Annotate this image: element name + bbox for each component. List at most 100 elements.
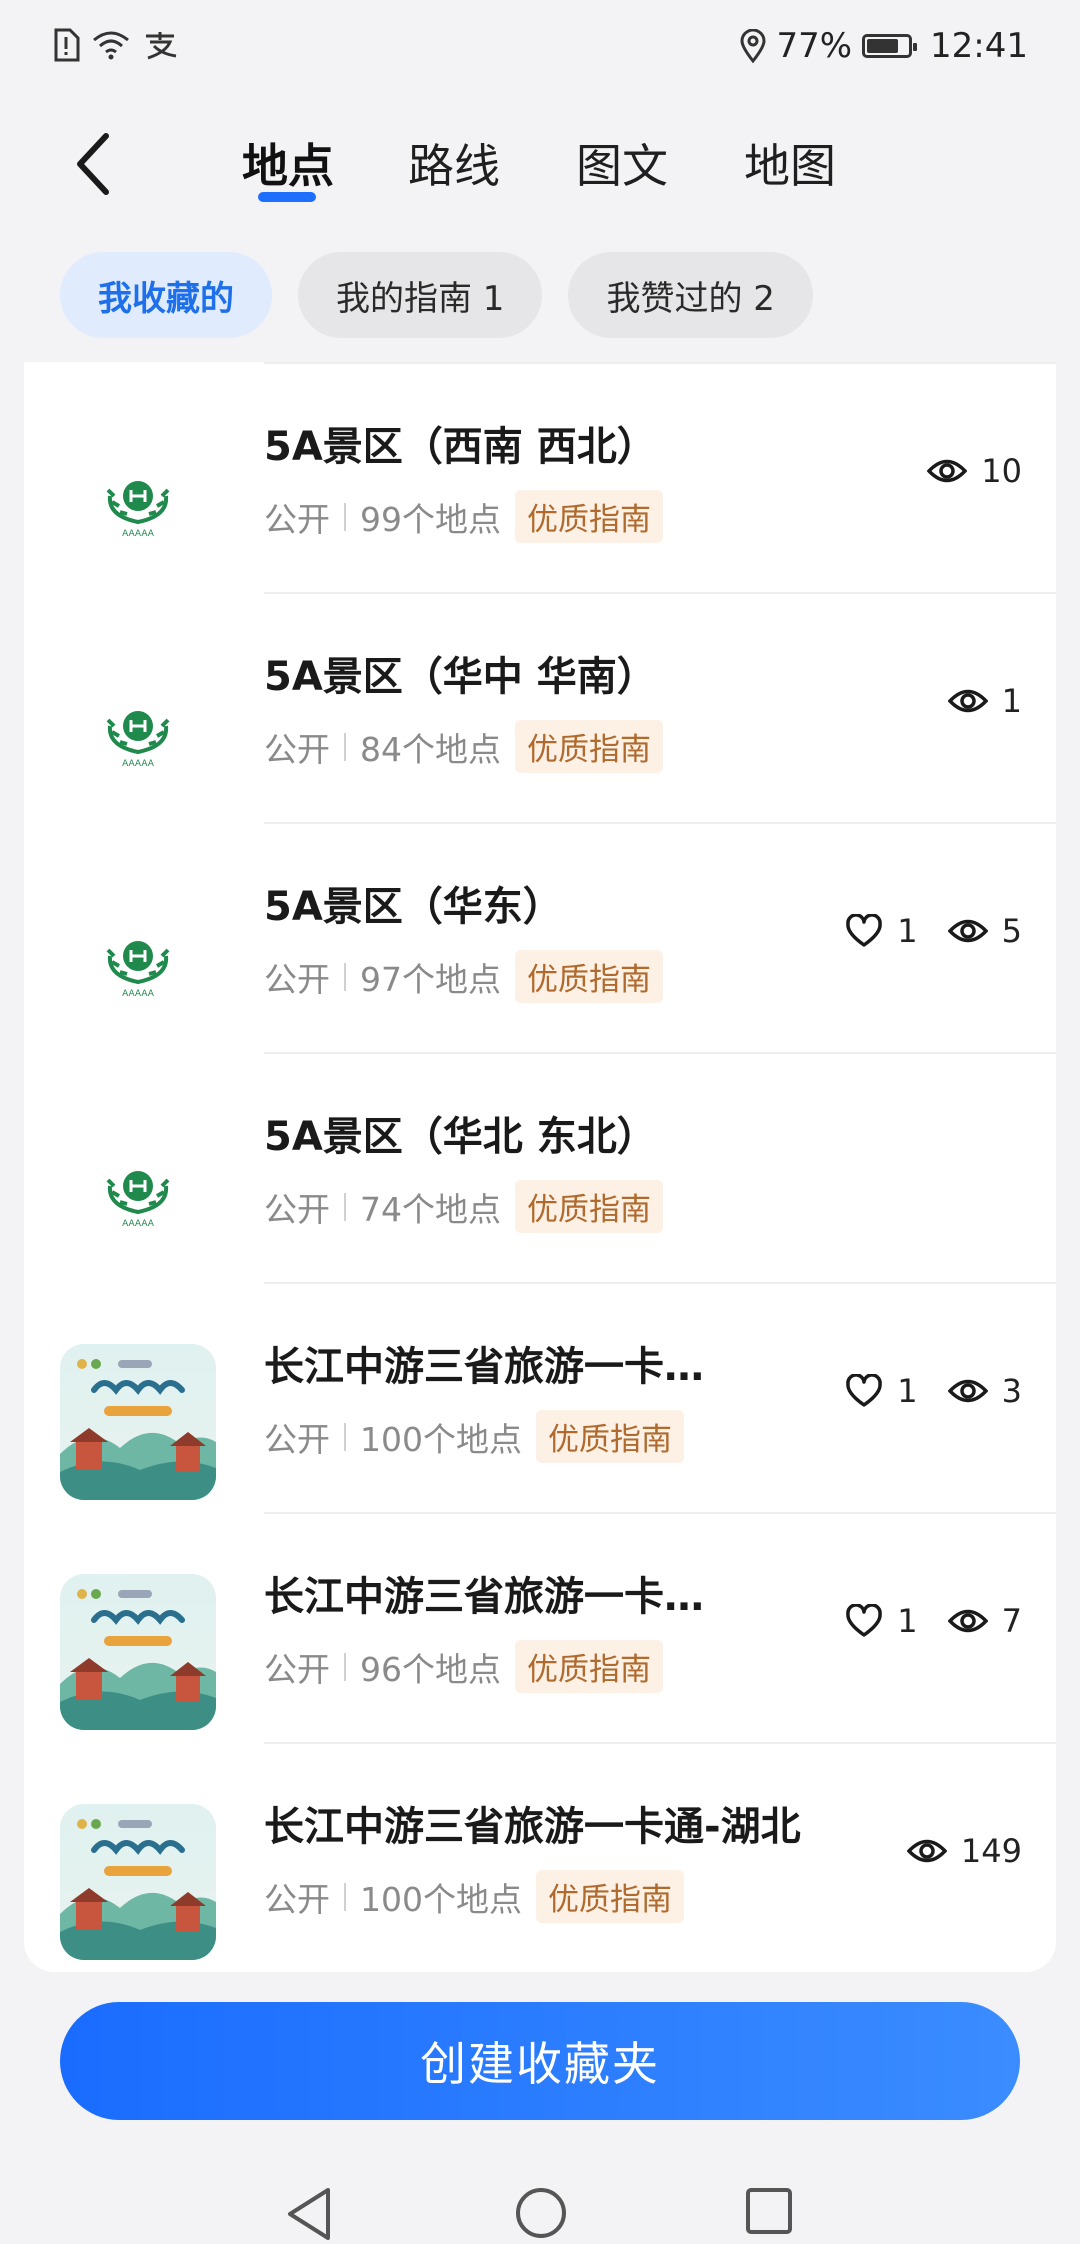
item-title: 5A景区（西南 西北） — [264, 424, 657, 470]
list-item[interactable]: 长江中游三省旅游一卡通-湖北公开 100个地点 优质指南 149 — [24, 1742, 1056, 1972]
likes-stat: 1 — [845, 1602, 918, 1640]
sim-alert-icon — [54, 28, 80, 62]
views-count: 3 — [1001, 1372, 1022, 1410]
views-stat: 7 — [947, 1602, 1022, 1640]
row-divider — [264, 1282, 1056, 1284]
place-count: 99个地点 — [360, 499, 501, 539]
visibility-label: 公开 — [264, 1419, 330, 1459]
item-meta: 公开 100个地点 优质指南 — [264, 1870, 684, 1923]
item-title: 长江中游三省旅游一卡通-江... — [264, 1344, 724, 1390]
quality-guide-badge: 优质指南 — [515, 490, 663, 543]
item-title: 5A景区（华中 华南） — [264, 654, 657, 700]
row-divider — [264, 1052, 1056, 1054]
aaaaa-emblem-icon: AAAAA — [60, 654, 216, 810]
tab-map[interactable]: 地图 — [744, 130, 836, 196]
list-item[interactable]: AAAAA 5A景区（华北 东北） 公开 74个地点 优质指南 — [24, 1052, 1056, 1282]
create-folder-button[interactable]: 创建收藏夹 — [60, 2002, 1020, 2120]
item-meta: 公开 84个地点 优质指南 — [264, 720, 663, 773]
yangtze-poster-icon — [60, 1804, 216, 1960]
item-stats: 15 — [845, 912, 1022, 950]
quality-guide-badge: 优质指南 — [536, 1870, 684, 1923]
row-divider — [264, 592, 1056, 594]
heart-icon — [846, 1374, 883, 1407]
favorites-list: AAAAA 5A景区（西南 西北） 公开 99个地点 优质指南 10 AAAAA 5A景区（华… — [24, 362, 1056, 1972]
visibility-label: 公开 — [264, 1189, 330, 1229]
tab-articles[interactable]: 图文 — [576, 130, 668, 196]
views-stat: 10 — [927, 452, 1022, 490]
nav-back-icon[interactable] — [284, 2186, 334, 2242]
row-divider — [264, 1742, 1056, 1744]
meta-separator — [344, 502, 346, 531]
battery-icon — [862, 34, 918, 58]
quality-guide-badge: 优质指南 — [515, 1180, 663, 1233]
clock: 12:41 — [930, 26, 1028, 66]
chip-my-guides[interactable]: 我的指南 1 — [298, 252, 543, 338]
svg-text:AAAAA: AAAAA — [122, 759, 155, 769]
place-count: 97个地点 — [360, 959, 501, 999]
item-title: 5A景区（华北 东北） — [264, 1114, 657, 1160]
item-thumbnail: AAAAA — [60, 1114, 216, 1270]
likes-count: 1 — [897, 1372, 918, 1410]
chip-my-favorites[interactable]: 我收藏的 — [60, 252, 272, 338]
meta-separator — [344, 962, 346, 991]
item-thumbnail — [60, 1574, 216, 1730]
item-stats: 13 — [845, 1372, 1022, 1410]
list-item[interactable]: 长江中游三省旅游一卡通-湖...公开96个地点优质指南17 — [24, 1512, 1056, 1742]
nav-home-icon[interactable] — [514, 2186, 568, 2240]
yangtze-poster-icon — [60, 1574, 216, 1730]
item-meta: 公开 100个地点 优质指南 — [264, 1410, 684, 1463]
nav-recents-icon[interactable] — [744, 2186, 794, 2236]
likes-stat: 1 — [845, 1372, 918, 1410]
item-title: 5A景区（华东） — [264, 884, 563, 930]
item-meta: 公开 74个地点 优质指南 — [264, 1180, 663, 1233]
meta-separator — [344, 1652, 346, 1681]
item-title: 长江中游三省旅游一卡通-湖北 — [264, 1804, 801, 1850]
place-count: 84个地点 — [360, 729, 501, 769]
item-thumbnail: AAAAA — [60, 424, 216, 580]
heart-icon — [846, 1604, 883, 1637]
visibility-label: 公开 — [264, 959, 330, 999]
status-bar: 77% 12:41 — [0, 0, 1080, 96]
visibility-label: 公开 — [264, 499, 330, 539]
list-item[interactable]: 长江中游三省旅游一卡通-江...公开100个地点优质指南13 — [24, 1282, 1056, 1512]
views-stat: 149 — [906, 1832, 1022, 1870]
quality-guide-badge: 优质指南 — [536, 1410, 684, 1463]
item-stats: 149 — [906, 1832, 1022, 1870]
views-count: 149 — [960, 1832, 1022, 1870]
heart-icon — [846, 914, 883, 947]
place-count: 100个地点 — [360, 1419, 522, 1459]
views-count: 10 — [981, 452, 1022, 490]
place-count: 96个地点 — [360, 1649, 501, 1689]
eye-icon — [947, 1609, 988, 1633]
list-item[interactable]: AAAAA 5A景区（华中 华南） 公开 84个地点 优质指南 1 — [24, 592, 1056, 822]
item-thumbnail: AAAAA — [60, 654, 216, 810]
aaaaa-emblem-icon: AAAAA — [60, 884, 216, 1040]
likes-count: 1 — [897, 912, 918, 950]
meta-separator — [344, 1422, 346, 1451]
views-count: 1 — [1001, 682, 1022, 720]
tab-routes[interactable]: 路线 — [408, 130, 500, 196]
header: 地点 路线 图文 地图 — [0, 96, 1080, 236]
views-stat: 3 — [947, 1372, 1022, 1410]
item-thumbnail — [60, 1804, 216, 1960]
visibility-label: 公开 — [264, 729, 330, 769]
item-thumbnail: AAAAA — [60, 884, 216, 1040]
list-item[interactable]: AAAAA 5A景区（西南 西北） 公开 99个地点 优质指南 10 — [24, 362, 1056, 592]
svg-text:AAAAA: AAAAA — [122, 1219, 155, 1229]
visibility-label: 公开 — [264, 1649, 330, 1689]
tab-places[interactable]: 地点 — [242, 130, 334, 196]
location-icon — [740, 29, 766, 63]
item-title: 长江中游三省旅游一卡通-湖... — [264, 1574, 724, 1620]
svg-text:AAAAA: AAAAA — [122, 529, 155, 539]
wifi-icon — [93, 31, 129, 60]
chip-liked[interactable]: 我赞过的 2 — [568, 252, 813, 338]
battery-level — [867, 39, 898, 53]
row-divider — [264, 1512, 1056, 1514]
list-item[interactable]: AAAAA 5A景区（华东） 公开 97个地点 优质指南 1 5 — [24, 822, 1056, 1052]
views-count: 7 — [1001, 1602, 1022, 1640]
system-nav-bar — [0, 2150, 1080, 2244]
quality-guide-badge: 优质指南 — [515, 950, 663, 1003]
back-button[interactable] — [62, 124, 122, 204]
item-stats: 17 — [845, 1602, 1022, 1640]
yangtze-poster-icon — [60, 1344, 216, 1500]
